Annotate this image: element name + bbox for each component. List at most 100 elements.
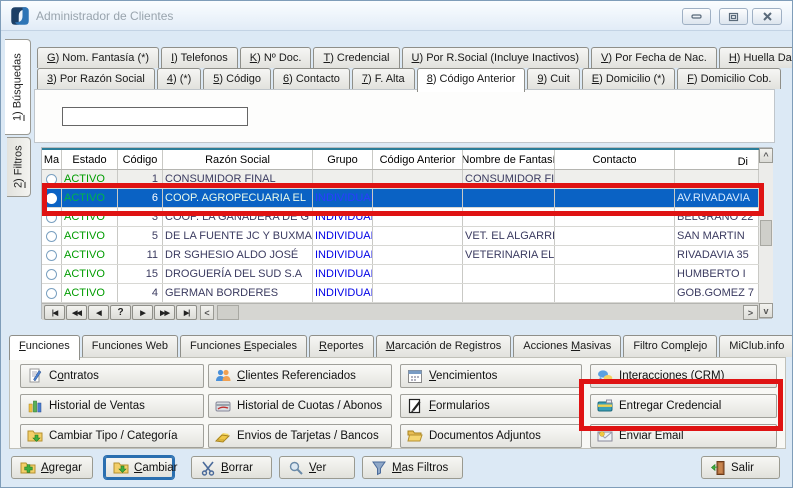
- chat-bubbles-icon: [597, 368, 613, 384]
- documentos-adjuntos-button[interactable]: Documentos Adjuntos: [400, 424, 582, 448]
- formularios-button[interactable]: Formularios: [400, 394, 582, 418]
- radio-icon[interactable]: [46, 174, 57, 185]
- cell-direccion: SAN MARTIN: [675, 227, 759, 245]
- grid-body: ACTIVO 1 CONSUMIDOR FINAL CONSUMIDOR FIN…: [42, 170, 759, 303]
- tab-por-rsocial[interactable]: U) Por R.Social (Incluye Inactivos): [402, 47, 590, 68]
- col-header-razon-social[interactable]: Razón Social: [163, 150, 313, 169]
- cambiar-tipo-categoria-button[interactable]: Cambiar Tipo / Categoría: [20, 424, 204, 448]
- sidebar-tab-filtros[interactable]: 2) Filtros: [7, 137, 31, 197]
- col-header-grupo[interactable]: Grupo: [313, 150, 373, 169]
- table-row[interactable]: ACTIVO 3 COOP. LA GANADERA DE G INDIVIDU…: [42, 208, 759, 227]
- col-header-direccion[interactable]: Di: [675, 150, 759, 169]
- nav-search-button[interactable]: ?: [110, 305, 131, 320]
- col-header-contacto[interactable]: Contacto: [555, 150, 675, 169]
- contratos-label: Contratos: [49, 370, 99, 382]
- cell-estado: ACTIVO: [62, 189, 118, 207]
- tab-funciones-especiales[interactable]: Funciones Especiales: [180, 335, 307, 357]
- historial-ventas-button[interactable]: Historial de Ventas: [20, 394, 204, 418]
- ver-button[interactable]: Ver: [279, 456, 355, 479]
- nav-rewind-button[interactable]: ◀◀: [66, 305, 87, 320]
- historial-cuotas-button[interactable]: Historial de Cuotas / Abonos: [208, 394, 392, 418]
- tab-huella-dactilar[interactable]: H) Huella Dactilar: [719, 47, 793, 68]
- radio-icon[interactable]: [46, 269, 57, 280]
- scissors-icon: [200, 460, 216, 476]
- table-row[interactable]: ACTIVO 1 CONSUMIDOR FINAL CONSUMIDOR FIN: [42, 170, 759, 189]
- col-header-marca[interactable]: Ma: [42, 150, 62, 169]
- radio-selected-icon[interactable]: [46, 193, 57, 204]
- table-row[interactable]: ACTIVO 15 DROGUERÍA DEL SUD S.A INDIVIDU…: [42, 265, 759, 284]
- vscroll-down-arrow[interactable]: v: [759, 303, 773, 318]
- tab-acciones-masivas[interactable]: Acciones Masivas: [513, 335, 621, 357]
- col-header-nombre-fantasia[interactable]: Nombre de Fantasí: [463, 150, 555, 169]
- radio-icon[interactable]: [46, 250, 57, 261]
- clientes-referenciados-button[interactable]: Clientes Referenciados: [208, 364, 392, 388]
- radio-icon[interactable]: [46, 231, 57, 242]
- nav-next-button[interactable]: ▶: [132, 305, 153, 320]
- vertical-scrollbar[interactable]: ^ v: [759, 148, 773, 318]
- col-header-codigo-anterior[interactable]: Código Anterior: [373, 150, 463, 169]
- radio-icon[interactable]: [46, 212, 57, 223]
- hscroll-left-arrow[interactable]: <: [200, 305, 214, 320]
- hscroll-right-arrow[interactable]: >: [743, 305, 758, 320]
- search-input[interactable]: [62, 107, 248, 126]
- salir-button[interactable]: Salir: [701, 456, 780, 479]
- mas-filtros-button[interactable]: Mas Filtros: [362, 456, 463, 479]
- tab-domicilio-cob[interactable]: F) Domicilio Cob.: [677, 68, 781, 89]
- radio-icon[interactable]: [46, 288, 57, 299]
- tab-miclub-info[interactable]: MiClub.info: [719, 335, 793, 357]
- nav-last-button[interactable]: ▶|: [176, 305, 197, 320]
- close-button[interactable]: [752, 8, 782, 25]
- tab-funciones-web[interactable]: Funciones Web: [82, 335, 178, 357]
- tab-filtro-complejo[interactable]: Filtro Complejo: [623, 335, 717, 357]
- title-bar[interactable]: Administrador de Clientes: [1, 1, 792, 31]
- tab-cuit[interactable]: 9) Cuit: [527, 68, 579, 89]
- entregar-credencial-button[interactable]: Entregar Credencial: [590, 394, 777, 418]
- table-row[interactable]: ACTIVO 4 GERMAN BORDERES INDIVIDUAL GOB.…: [42, 284, 759, 303]
- tab-asterisco[interactable]: 4) (*): [157, 68, 201, 89]
- agregar-label: Agregar: [41, 462, 82, 474]
- exit-door-icon: [710, 460, 726, 476]
- tab-por-razon-social[interactable]: 3) Por Razón Social: [37, 68, 155, 89]
- col-header-codigo[interactable]: Código: [118, 150, 163, 169]
- tab-domicilio[interactable]: E) Domicilio (*): [582, 68, 675, 89]
- cell-contacto: [555, 284, 675, 302]
- envios-tarjetas-button[interactable]: Envios de Tarjetas / Bancos: [208, 424, 392, 448]
- tab-f-alta[interactable]: 7) F. Alta: [352, 68, 415, 89]
- nav-prev-button[interactable]: ◀: [88, 305, 109, 320]
- hscroll-thumb[interactable]: [217, 305, 239, 320]
- borrar-button[interactable]: Borrar: [191, 456, 272, 479]
- tab-marcacion-registros[interactable]: Marcación de Registros: [376, 335, 512, 357]
- col-header-estado[interactable]: Estado: [62, 150, 118, 169]
- vscroll-up-arrow[interactable]: ^: [759, 148, 773, 163]
- agregar-button[interactable]: Agregar: [11, 456, 93, 479]
- tab-credencial[interactable]: T) Credencial: [313, 47, 399, 68]
- cell-nombre-fantasia: [463, 189, 555, 207]
- contratos-button[interactable]: Contratos: [20, 364, 204, 388]
- function-tabs: Funciones Funciones Web Funciones Especi…: [9, 335, 793, 357]
- sidebar-tab-busquedas[interactable]: 1) Búsquedas: [5, 39, 31, 135]
- vscroll-thumb[interactable]: [760, 220, 772, 246]
- nav-forward-button[interactable]: ▶▶: [154, 305, 175, 320]
- cell-codigo: 4: [118, 284, 163, 302]
- interacciones-crm-button[interactable]: Interacciones (CRM): [590, 364, 777, 388]
- tab-por-fecha-nac[interactable]: V) Por Fecha de Nac.: [591, 47, 717, 68]
- enviar-email-button[interactable]: Enviar Email: [590, 424, 777, 448]
- minimize-button[interactable]: [682, 8, 711, 25]
- table-row-selected[interactable]: ACTIVO 6 COOP. AGROPECUARIA EL INDIVIDUA…: [42, 189, 759, 208]
- vencimientos-button[interactable]: Vencimientos: [400, 364, 582, 388]
- cambiar-button[interactable]: Cambiar: [104, 456, 174, 479]
- nav-first-button[interactable]: |◀: [44, 305, 65, 320]
- tab-telefonos[interactable]: I) Telefonos: [161, 47, 238, 68]
- table-row[interactable]: ACTIVO 5 DE LA FUENTE JC Y BUXMA INDIVID…: [42, 227, 759, 246]
- table-row[interactable]: ACTIVO 11 DR SGHESIO ALDO JOSÉ INDIVIDUA…: [42, 246, 759, 265]
- maximize-button[interactable]: [719, 8, 748, 25]
- tab-codigo[interactable]: 5) Código: [203, 68, 271, 89]
- cell-codigo: 5: [118, 227, 163, 245]
- tab-nro-doc[interactable]: K) Nº Doc.: [240, 47, 312, 68]
- tab-contacto[interactable]: 6) Contacto: [273, 68, 350, 89]
- maximize-icon: [728, 12, 739, 22]
- tab-reportes[interactable]: Reportes: [309, 335, 374, 357]
- tab-codigo-anterior[interactable]: 8) Código Anterior: [417, 68, 526, 92]
- tab-nom-fantasia[interactable]: G) Nom. Fantasía (*): [37, 47, 159, 68]
- tab-funciones[interactable]: Funciones: [9, 335, 80, 360]
